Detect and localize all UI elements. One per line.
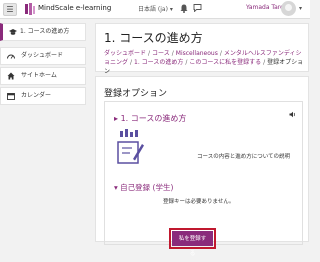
breadcrumb-item[interactable]: コース: [152, 50, 170, 57]
breadcrumb-item[interactable]: ダッシュボード: [104, 50, 146, 57]
enrol-note: 登録キーは必要ありません。: [163, 199, 235, 205]
language-menu[interactable]: 日本語 (ja) ▾: [138, 4, 173, 13]
sidebar-item-label: 1. コースの進め方: [20, 28, 70, 35]
user-menu-caret-icon[interactable]: ▾: [299, 5, 302, 12]
hamburger-icon[interactable]: ☰: [3, 3, 17, 16]
page-title: 1. コースの進め方: [104, 31, 203, 45]
site-logo[interactable]: [25, 3, 35, 15]
breadcrumb-item[interactable]: Miscellaneous: [176, 50, 218, 57]
breadcrumb-item[interactable]: このコースに私を登録する: [189, 59, 261, 66]
sidebar-item-site-home[interactable]: サイトホーム: [0, 67, 86, 85]
enrolment-options-card: 登録オプション ▸ 1. コースの進め方 コースの内容と進め方についての説明 ▾…: [95, 76, 309, 257]
sidebar-item-label: サイトホーム: [21, 72, 57, 79]
course-image: [117, 129, 144, 164]
course-heading-text: 1. コースの進め方: [120, 114, 187, 123]
enrol-heading-text: 自己登録 (学生): [120, 183, 174, 192]
sidebar-item-calendar[interactable]: カレンダー: [0, 87, 86, 105]
sidebar-item-label: カレンダー: [21, 92, 52, 99]
breadcrumb: ダッシュボード / コース / Miscellaneous / メンタルヘルスファンディショ…: [104, 49, 304, 76]
dashboard-icon: [7, 54, 15, 59]
course-summary: コースの内容と進め方についての説明: [197, 154, 291, 160]
avatar[interactable]: [281, 1, 296, 16]
top-navbar: ☰ MindScale e-learning 日本語 (ja) ▾ Yamada…: [0, 0, 310, 19]
sidebar-item-dashboard[interactable]: ダッシュボード: [0, 47, 86, 65]
sidebar-item-label: ダッシュボード: [21, 52, 64, 59]
site-name[interactable]: MindScale e-learning: [38, 4, 111, 12]
enrol-me-button[interactable]: 私を登録する: [169, 228, 216, 257]
calendar-icon: [7, 93, 15, 100]
course-box: ▸ 1. コースの進め方 コースの内容と進め方についての説明 ▾ 自己登録 (学…: [104, 101, 303, 257]
user-name[interactable]: Yamada Taro: [246, 4, 284, 11]
sidebar-item-course[interactable]: 1. コースの進め方: [0, 23, 86, 41]
enrol-method-heading[interactable]: ▾ 自己登録 (学生): [114, 182, 173, 193]
page-header: 1. コースの進め方 ダッシュボード / コース / Miscellaneous / メンタ…: [95, 23, 309, 75]
home-icon: [7, 72, 15, 80]
course-heading[interactable]: ▸ 1. コースの進め方: [114, 113, 186, 124]
bell-icon[interactable]: [180, 4, 188, 13]
sidebar: 1. コースの進め方 ダッシュボード サイトホーム カレンダー: [0, 23, 86, 107]
graduation-cap-icon: [9, 29, 17, 35]
section-title: 登録オプション: [104, 89, 168, 99]
chat-icon[interactable]: [193, 4, 202, 12]
speaker-icon: [289, 111, 295, 118]
breadcrumb-item[interactable]: 1. コースの進め方: [134, 59, 183, 66]
